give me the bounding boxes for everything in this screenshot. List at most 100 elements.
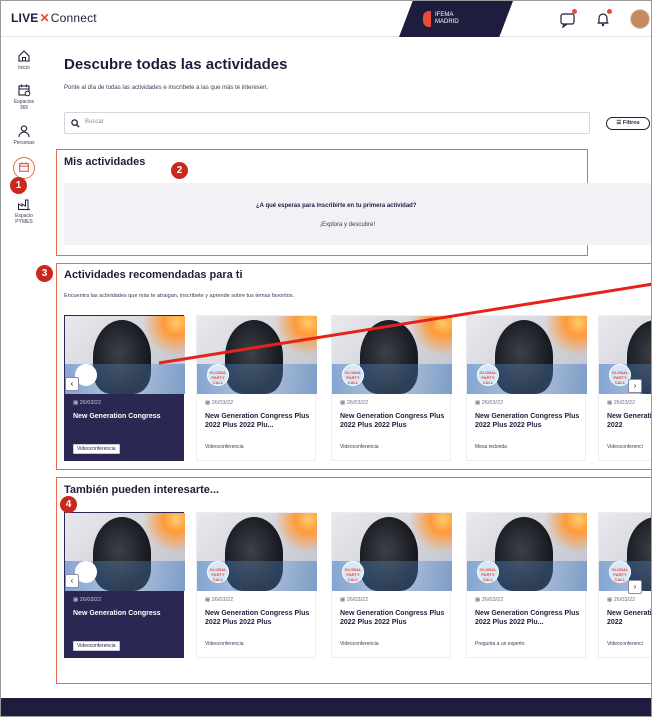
activity-type-tag: Pregunta a un experto	[475, 641, 525, 647]
person-icon	[18, 125, 30, 138]
activity-type-tag: Videoconferencia	[73, 641, 120, 651]
explore-link[interactable]: ¡Explora y descubre!	[320, 222, 375, 228]
activity-thumbnail: GLOBAL PARTY CALL	[332, 513, 452, 591]
calendar-icon: ▦	[340, 597, 346, 603]
bell-notification-dot	[607, 9, 612, 14]
footer-bar	[1, 698, 651, 716]
home-icon	[18, 50, 30, 62]
organizer-logo: GLOBAL PARTY CALL	[477, 364, 499, 386]
logo-x-mark: ✕	[39, 11, 50, 25]
factory-icon	[18, 199, 30, 211]
activity-type-tag: Videoconferencia	[73, 444, 120, 454]
event-banner: IFEMA MADRID	[399, 1, 513, 37]
activity-date: ▦ 26/03/22	[340, 597, 369, 603]
app-logo[interactable]: LIVE✕Connect	[11, 11, 97, 25]
activity-card[interactable]: GLOBAL PARTY CALL ▦ 26/03/22 New Generatio…	[466, 512, 587, 658]
activity-thumbnail: GLOBAL PARTY CALL	[599, 316, 651, 394]
app-window: LIVE✕Connect IFEMA MADRID Inicio Espacio…	[0, 0, 652, 717]
activity-card[interactable]: ▦ 26/03/22 New Generation Congress Videoco…	[64, 315, 185, 461]
activity-thumbnail: GLOBAL PARTY CALL	[197, 316, 317, 394]
search-placeholder: Buscar	[85, 119, 104, 125]
activity-title: New Generation Congress Plus 2022 Plus 2…	[205, 413, 310, 429]
activity-card[interactable]: GLOBAL PARTY CALL ▦ 26/03/22 New Generatio…	[466, 315, 587, 461]
sidebar-item-personas[interactable]: Personas	[1, 124, 47, 146]
calendar-icon: ▦	[205, 400, 211, 406]
carousel-next-button[interactable]: ›	[628, 580, 642, 594]
activity-type-tag: Videoconferenci	[607, 641, 643, 647]
activity-card[interactable]: GLOBAL PARTY CALL ▦ 26/03/22 New Generatio…	[331, 512, 452, 658]
activity-title: New Generation Congress Plus 2022 Plus 2…	[340, 413, 445, 429]
activity-type-tag: Videoconferencia	[340, 641, 379, 647]
activity-date: ▦ 26/03/22	[340, 400, 369, 406]
carousel-prev-button[interactable]: ‹	[65, 377, 79, 391]
activity-thumbnail: GLOBAL PARTY CALL	[332, 316, 452, 394]
calendar-icon: ▦	[475, 400, 481, 406]
calendar-icon: ▦	[475, 597, 481, 603]
recommended-description: Encuentra las actividades que más te atr…	[64, 293, 295, 299]
activity-type-tag: Mesa redonda	[475, 444, 507, 450]
chat-notification-dot	[572, 9, 577, 14]
activity-card[interactable]: GLOBAL PARTY CALL ▦ 26/03/22 New Generatio…	[196, 315, 317, 461]
filters-label: Filtros	[622, 120, 640, 126]
sidebar-item-actividades[interactable]	[1, 157, 47, 179]
empty-state-question: ¿A qué esperas para inscribirte en tu pr…	[256, 203, 417, 209]
sidebar-item-label: Espacios 365	[13, 99, 35, 111]
activity-card[interactable]: ▦ 26/03/22 New Generation Congress Videoco…	[64, 512, 185, 658]
page-subtitle: Ponte al día de todas las actividades e …	[64, 85, 269, 91]
activity-date: ▦ 26/03/22	[73, 597, 102, 603]
activity-title: New Generation Congress Plus 2022 Plus 2…	[340, 610, 445, 626]
calendar-icon: ▦	[73, 597, 79, 603]
calendar-icon: ▦	[607, 400, 613, 406]
activity-thumbnail: GLOBAL PARTY CALL	[197, 513, 317, 591]
calendar-icon	[18, 84, 31, 97]
annotation-badge-2: 2	[171, 162, 188, 179]
activity-title: New Generation Congress	[73, 610, 161, 617]
activity-type-tag: Videoconferenci	[607, 444, 643, 450]
activity-card[interactable]: GLOBAL PARTY CALL ▦ 26/03/22 New Generatio…	[598, 315, 652, 461]
activity-thumbnail	[65, 513, 185, 591]
activity-title: New Generation Congress Plus 2022 Plus 2…	[475, 610, 580, 626]
activity-title: New Generation Congress Plus 2022	[607, 610, 652, 626]
activity-card[interactable]: GLOBAL PARTY CALL ▦ 26/03/22 New Generatio…	[196, 512, 317, 658]
activity-card[interactable]: GLOBAL PARTY CALL ▦ 26/03/22 New Generatio…	[331, 315, 452, 461]
activity-title: New Generation Congress Plus 2022	[607, 413, 652, 429]
activity-date: ▦ 26/03/22	[205, 400, 234, 406]
activity-thumbnail: GLOBAL PARTY CALL	[599, 513, 651, 591]
annotation-badge-4: 4	[60, 496, 77, 513]
activity-date: ▦ 26/03/22	[205, 597, 234, 603]
sidebar-item-espacio-pymes[interactable]: Espacio PYMES	[1, 197, 47, 225]
organizer-logo: GLOBAL PARTY CALL	[207, 364, 229, 386]
search-input[interactable]: Buscar	[64, 112, 590, 134]
organizer-logo: GLOBAL PARTY CALL	[342, 364, 364, 386]
activity-type-tag: Videoconferencia	[205, 444, 244, 450]
activity-thumbnail: GLOBAL PARTY CALL	[467, 513, 587, 591]
sidebar-item-inicio[interactable]: Inicio	[1, 49, 47, 71]
carousel-prev-button[interactable]: ‹	[65, 574, 79, 588]
filters-icon: ☰	[616, 120, 622, 126]
activity-date: ▦ 26/03/22	[475, 597, 504, 603]
my-activities-title: Mis actividades	[64, 156, 146, 168]
calendar-icon: ▦	[205, 597, 211, 603]
active-item-highlight	[13, 157, 35, 179]
activity-date: ▦ 26/03/22	[475, 400, 504, 406]
annotation-badge-3: 3	[36, 265, 53, 282]
activity-type-tag: Videoconferencia	[205, 641, 244, 647]
logo-connect-text: Connect	[50, 11, 97, 25]
ifema-logo-text: IFEMA MADRID	[435, 12, 459, 25]
activity-title: New Generation Congress	[73, 413, 161, 420]
activity-date: ▦ 26/03/22	[73, 400, 102, 406]
filters-button[interactable]: ☰ Filtros	[606, 117, 650, 130]
user-avatar[interactable]	[630, 9, 650, 29]
carousel-next-button[interactable]: ›	[628, 379, 642, 393]
sidebar-item-espacios-365[interactable]: Espacios 365	[1, 83, 47, 111]
calendar-icon: ▦	[340, 400, 346, 406]
calendar-icon: ▦	[73, 400, 79, 406]
organizer-logo: GLOBAL PARTY CALL	[477, 561, 499, 583]
top-bar: LIVE✕Connect IFEMA MADRID	[1, 1, 651, 37]
activity-card[interactable]: GLOBAL PARTY CALL ▦ 26/03/22 New Generatio…	[598, 512, 652, 658]
activity-date: ▦ 26/03/22	[607, 400, 636, 406]
activity-type-tag: Videoconferencia	[340, 444, 379, 450]
annotation-badge-1: 1	[10, 177, 27, 194]
calendar-icon: ▦	[607, 597, 613, 603]
page-title: Descubre todas las actividades	[64, 56, 288, 73]
